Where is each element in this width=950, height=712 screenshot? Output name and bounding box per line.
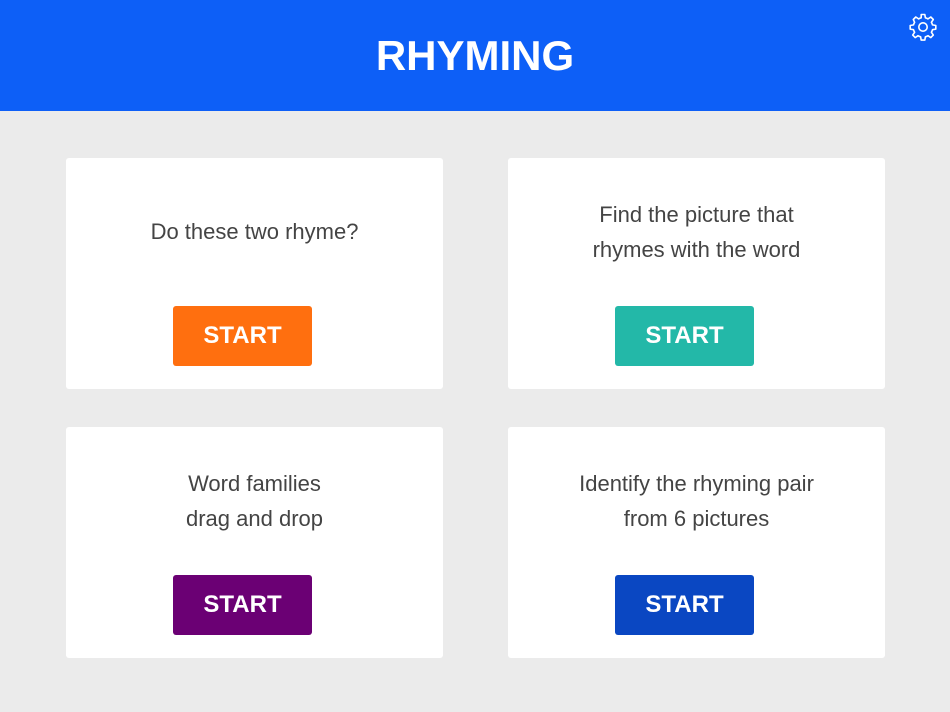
card-text-line: rhymes with the word — [592, 237, 801, 262]
start-button-word-families[interactable]: START — [173, 575, 312, 635]
card-text-line: drag and drop — [186, 506, 323, 531]
card-description: Identify the rhyming pair from 6 picture… — [508, 466, 885, 536]
gear-icon[interactable] — [908, 12, 938, 42]
card-text-line: Find the picture that — [599, 202, 794, 227]
start-button-rhyming-pair[interactable]: START — [615, 575, 754, 635]
card-rhyming-pair: Identify the rhyming pair from 6 picture… — [508, 427, 885, 658]
card-description: Find the picture that rhymes with the wo… — [508, 197, 885, 267]
card-find-picture: Find the picture that rhymes with the wo… — [508, 158, 885, 389]
card-description: Do these two rhyme? — [66, 214, 443, 249]
card-text-line: from 6 pictures — [623, 506, 770, 531]
card-text-line: Word families — [188, 471, 321, 496]
card-do-these-rhyme: Do these two rhyme? START — [66, 158, 443, 389]
card-text-line: Identify the rhyming pair — [579, 471, 814, 496]
card-text-line: Do these two rhyme? — [150, 219, 359, 244]
start-button-do-these-rhyme[interactable]: START — [173, 306, 312, 366]
header-bar: RHYMING — [0, 0, 950, 111]
card-description: Word families drag and drop — [66, 466, 443, 536]
start-button-find-picture[interactable]: START — [615, 306, 754, 366]
card-word-families: Word families drag and drop START — [66, 427, 443, 658]
page-title: RHYMING — [375, 32, 575, 79]
